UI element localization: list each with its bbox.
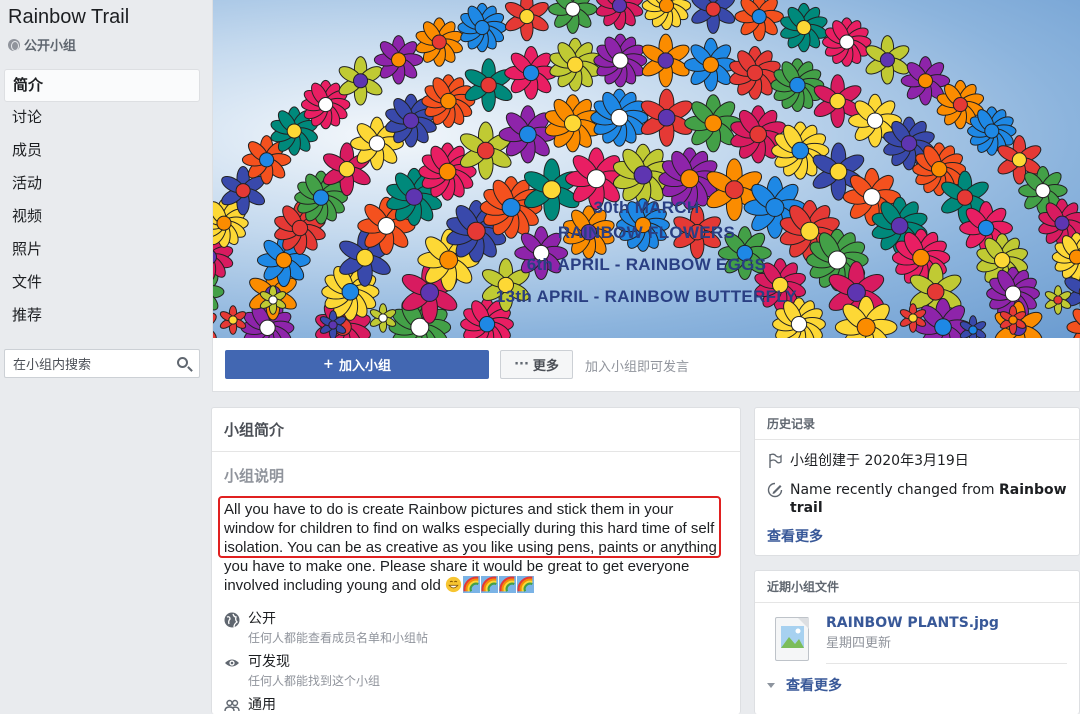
history-renamed: Name recently changed from Rainbow trail (767, 481, 1067, 517)
cover-flower (373, 35, 424, 85)
cover-flower (504, 0, 549, 42)
info-public-sub: 任何人都能查看成员名单和小组帖 (248, 631, 429, 645)
join-hint: 加入小组即可发言 (585, 360, 690, 375)
rainbow-icon (517, 576, 534, 593)
cover-photo[interactable]: 30th MARCH RAINBOW FLOWERS 6th APRIL - R… (213, 0, 1080, 338)
recent-files-card: 近期小组文件 RAINBOW PLANTS.jpg 星期四更新 查看更多 (754, 570, 1080, 714)
rainbow-icon (463, 576, 480, 593)
about-subtitle: 小组说明 (224, 467, 285, 485)
group-title[interactable]: Rainbow Trail (8, 6, 129, 29)
history-created-text: 小组创建于 2020年3月19日 (790, 453, 969, 469)
eye-icon (225, 659, 239, 667)
history-renamed-prefix: Name recently changed from (790, 482, 1000, 498)
info-public: 公开 任何人都能查看成员名单和小组帖 (224, 608, 428, 646)
chevron-down-icon (767, 682, 775, 688)
files-see-more-link[interactable]: 查看更多 (767, 675, 842, 695)
cover-flower (734, 0, 784, 42)
more-button[interactable]: ··· 更多 (500, 350, 573, 379)
cover-flower (641, 0, 692, 31)
cover-flower (691, 0, 736, 34)
cover-flower (959, 315, 987, 338)
highlight-box (218, 496, 721, 558)
cover-line-1: 30th MARCH (593, 198, 700, 217)
cover-flower (544, 94, 601, 153)
history-see-more-link[interactable]: 查看更多 (767, 526, 823, 546)
nav-item-about[interactable]: 简介 (4, 69, 200, 102)
cover-flower (595, 0, 644, 31)
file-image-icon[interactable] (775, 617, 809, 661)
rainbow-icon (481, 576, 498, 593)
nav-item-files[interactable]: 文件 (4, 267, 200, 300)
info-general: 通用 (224, 694, 276, 714)
flag-icon (769, 453, 782, 468)
privacy-label: 公开小组 (24, 39, 77, 54)
search-placeholder: 在小组内搜索 (13, 358, 92, 373)
cover-flower (549, 37, 601, 92)
cover-flower (457, 2, 507, 53)
cover-flower (590, 88, 649, 147)
info-public-title: 公开 (248, 611, 276, 627)
history-card: 历史记录 小组创建于 2020年3月19日 Name recently chan… (754, 407, 1080, 556)
files-see-more-label: 查看更多 (786, 678, 842, 694)
group-search-input[interactable]: 在小组内搜索 (4, 349, 200, 378)
plus-icon: + (323, 357, 334, 372)
history-created: 小组创建于 2020年3月19日 (767, 452, 1067, 470)
group-header: 30th MARCH RAINBOW FLOWERS 6th APRIL - R… (212, 0, 1080, 392)
cover-line-4: 13th APRIL - RAINBOW BUTTERFLY (495, 287, 798, 306)
group-privacy: 公开小组 (8, 35, 76, 54)
info-visible: 可发现 任何人都能找到这个小组 (224, 651, 380, 689)
nav-item-discussion[interactable]: 讨论 (4, 102, 200, 135)
action-bar: + 加入小组 ··· 更多 加入小组即可发言 (213, 338, 1080, 392)
divider (826, 663, 1067, 664)
file-name-link[interactable]: RAINBOW PLANTS.jpg (826, 615, 999, 631)
more-dots-icon: ··· (514, 357, 529, 372)
cover-line-2: RAINBOW FLOWERS (557, 223, 736, 242)
nav-item-members[interactable]: 成员 (4, 135, 200, 168)
cover-flower (593, 33, 648, 88)
info-visible-sub: 任何人都能找到这个小组 (248, 674, 381, 688)
history-renamed-text: Name recently changed from Rainbow trail (790, 481, 1067, 517)
globe-icon (8, 38, 20, 51)
cover-flower (504, 46, 558, 100)
file-updated: 星期四更新 (826, 636, 892, 651)
cover-line-3: 6th APRIL - RAINBOW EGGS (526, 255, 767, 274)
nav-item-photos[interactable]: 照片 (4, 234, 200, 267)
join-group-button[interactable]: + 加入小组 (225, 350, 489, 379)
cover-flower (780, 2, 828, 53)
cover-flower (548, 0, 598, 34)
cover-flower (822, 17, 872, 67)
rainbow-icon (499, 576, 516, 593)
nav-item-recommendations[interactable]: 推荐 (4, 300, 200, 333)
join-group-label: 加入小组 (338, 359, 391, 374)
nav-item-videos[interactable]: 视频 (4, 201, 200, 234)
left-sidebar: Rainbow Trail 公开小组 简介 讨论 成员 活动 视频 照片 文件 … (0, 0, 210, 714)
history-title: 历史记录 (755, 408, 1079, 440)
cover-flower (683, 37, 738, 92)
files-title: 近期小组文件 (755, 571, 1079, 603)
cover-flower (641, 33, 690, 88)
search-icon[interactable] (177, 357, 188, 368)
globe-icon (224, 612, 240, 628)
more-label: 更多 (532, 359, 559, 374)
info-general-title: 通用 (248, 697, 276, 713)
nav-item-events[interactable]: 活动 (4, 168, 200, 201)
people-icon (224, 699, 240, 712)
group-nav: 简介 讨论 成员 活动 视频 照片 文件 推荐 (4, 69, 200, 333)
edit-history-icon (767, 482, 783, 498)
info-visible-title: 可发现 (248, 654, 290, 670)
about-title: 小组简介 (212, 408, 740, 452)
about-card: 小组简介 小组说明 All you have to do is create R… (211, 407, 741, 714)
grinning-face-icon (445, 576, 462, 593)
